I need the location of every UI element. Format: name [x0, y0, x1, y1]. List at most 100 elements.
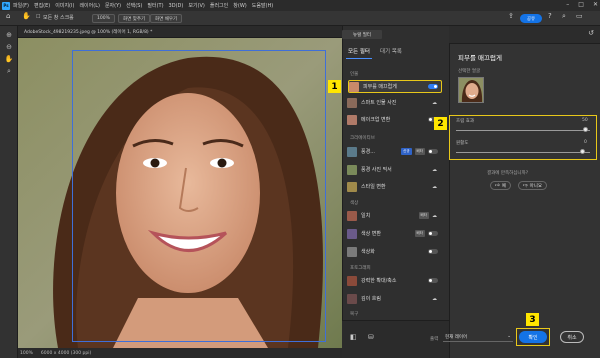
search-icon[interactable]: ⌕	[562, 12, 566, 21]
blur-label: 흐림 효과	[456, 119, 474, 124]
zoom-in-icon[interactable]: ⊕	[4, 30, 14, 40]
filter-label: 풍경...	[361, 149, 375, 155]
tab-wait-list[interactable]: 대기 목록	[378, 47, 404, 59]
photoshop-logo: Ps	[2, 1, 10, 10]
filter-smart-portrait[interactable]: 스마트 인물 사진 ☁	[347, 96, 441, 109]
close-window-button[interactable]: ✕	[593, 1, 598, 8]
fill-screen-button[interactable]: 화면 채우기	[150, 14, 183, 23]
blur-value[interactable]: 50	[582, 118, 588, 123]
cancel-button[interactable]: 취소	[560, 331, 584, 343]
zoom-out-icon[interactable]: ⊖	[4, 42, 14, 52]
layers-icon[interactable]: ⛁	[368, 333, 374, 341]
output-value: 현재 레이어	[445, 334, 468, 340]
menu-edit[interactable]: 편집(E)	[34, 2, 50, 9]
filter-label: 색상화	[361, 249, 375, 255]
new-badge: 신규	[401, 148, 412, 155]
filter-colorize[interactable]: 색상화	[347, 245, 441, 258]
feedback-question: 결과에 만족하십니까?	[487, 171, 529, 176]
smoothness-slider-track[interactable]	[456, 152, 590, 153]
selected-face-thumbnail[interactable]	[458, 77, 484, 103]
menu-bar: Ps 파일(F) 편집(E) 이미지(I) 레이어(L) 문자(Y) 선택(S)…	[0, 0, 600, 11]
section-restoration: 복구	[350, 312, 359, 317]
filter-depth-blur[interactable]: 깊이 흐림 ☁	[347, 292, 441, 305]
no-label: 아니요	[529, 183, 542, 189]
filter-harmonization[interactable]: 일치 베타 ☁	[347, 209, 441, 222]
filter-label: 스타일 변환	[361, 184, 386, 190]
cloud-download-icon[interactable]: ☁	[432, 100, 437, 106]
menu-window[interactable]: 창(W)	[233, 2, 246, 9]
menu-plugins[interactable]: 플러그인	[210, 2, 228, 9]
color-transfer-toggle[interactable]	[428, 231, 438, 236]
skin-smoothing-toggle[interactable]	[428, 84, 438, 89]
section-portrait: 인물	[350, 72, 359, 77]
menu-select[interactable]: 선택(S)	[126, 2, 142, 9]
filter-landscape-mixer[interactable]: 풍경... 신규 베타	[347, 145, 441, 158]
filter-label: 강력한 확대/축소	[361, 278, 397, 284]
hand-tool-icon[interactable]: ✋	[22, 12, 31, 20]
cloud-download-icon[interactable]: ☁	[432, 167, 437, 173]
output-label: 출력	[430, 337, 439, 342]
zoom-value-button[interactable]: 100%	[92, 14, 115, 23]
cloud-download-icon[interactable]: ☁	[432, 184, 437, 190]
maximize-button[interactable]: □	[578, 1, 584, 8]
filter-tabs: 모든 필터 대기 목록	[346, 47, 446, 59]
tools-panel: ⊕ ⊖ ✋ ⌕	[0, 26, 18, 358]
menu-filter[interactable]: 필터(T)	[147, 2, 163, 9]
output-select[interactable]: 현재 레이어 ⌄	[443, 332, 513, 342]
filter-settings-panel	[449, 26, 600, 358]
filter-skin-smoothing[interactable]: 피부를 매끄럽게	[348, 80, 442, 93]
filter-photo-mixer[interactable]: 풍경 사진 믹서 ☁	[347, 163, 441, 176]
filter-label: 깊이 흐림	[361, 296, 381, 302]
selected-face-label: 선택한 얼굴	[458, 69, 481, 74]
minimize-button[interactable]: –	[566, 1, 569, 8]
workspace-icon[interactable]: ▭	[576, 12, 583, 20]
menu-view[interactable]: 보기(V)	[188, 2, 205, 9]
harmonization-thumbnail	[347, 210, 357, 221]
section-color: 색상	[350, 201, 359, 206]
document-tab[interactable]: AdobeStock_498219235.jpeg @ 100% (레이어 1,…	[18, 26, 342, 38]
landscape-mixer-toggle[interactable]	[428, 149, 438, 154]
colorize-toggle[interactable]	[428, 249, 438, 254]
home-icon[interactable]: ⌂	[6, 12, 10, 20]
filter-super-zoom[interactable]: 강력한 확대/축소	[347, 274, 441, 287]
zoom-tool-icon[interactable]: ⌕	[4, 66, 14, 76]
beta-badge: 베타	[414, 230, 425, 237]
cloud-download-icon[interactable]: ☁	[432, 296, 437, 302]
filter-makeup-transfer[interactable]: 메이크업 변환	[347, 113, 441, 126]
smoothness-value[interactable]: 0	[584, 140, 587, 145]
help-icon[interactable]: ?	[548, 12, 552, 20]
reset-icon[interactable]: ↺	[588, 29, 594, 37]
chevron-down-icon: ⌄	[507, 334, 511, 339]
fit-screen-button[interactable]: 화면 맞추기	[118, 14, 151, 23]
filter-style-transfer[interactable]: 스타일 변환 ☁	[347, 180, 441, 193]
cloud-download-icon[interactable]: ☁	[432, 213, 437, 219]
feedback-no-button[interactable]: 👎︎ 아니요	[518, 181, 547, 190]
ok-button[interactable]: 확인	[519, 331, 547, 343]
hand-tool-icon[interactable]: ✋	[4, 54, 14, 64]
share-button[interactable]: 공유	[520, 14, 542, 23]
layer-preview-icon[interactable]: ◧	[350, 333, 357, 341]
smart-portrait-thumbnail	[347, 97, 357, 108]
smoothness-slider-knob[interactable]	[580, 149, 585, 154]
tab-all-filters[interactable]: 모든 필터	[346, 47, 372, 59]
status-zoom[interactable]: 100%	[20, 351, 33, 356]
yes-label: 예	[501, 183, 506, 189]
image-canvas[interactable]	[18, 38, 342, 348]
super-zoom-toggle[interactable]	[428, 278, 438, 283]
scroll-all-windows-checkbox[interactable]: ☐	[36, 14, 40, 20]
color-transfer-thumbnail	[347, 228, 357, 239]
colorize-thumbnail	[347, 246, 357, 257]
feedback-yes-button[interactable]: 👍︎ 예	[490, 181, 511, 190]
menu-file[interactable]: 파일(F)	[13, 2, 29, 9]
upload-icon[interactable]: ⇪	[508, 12, 514, 20]
menu-image[interactable]: 이미지(I)	[55, 2, 74, 9]
menu-layer[interactable]: 레이어(L)	[79, 2, 100, 9]
filter-color-transfer[interactable]: 색상 변환 베타	[347, 227, 441, 240]
blur-slider-track[interactable]	[456, 130, 590, 131]
menu-3d[interactable]: 3D(D)	[169, 3, 184, 9]
filter-label: 피부를 매끄럽게	[363, 84, 397, 90]
menu-help[interactable]: 도움말(H)	[252, 2, 273, 9]
filter-label: 메이크업 변환	[361, 117, 391, 123]
blur-slider-knob[interactable]	[583, 127, 588, 132]
menu-type[interactable]: 문자(Y)	[105, 2, 121, 9]
